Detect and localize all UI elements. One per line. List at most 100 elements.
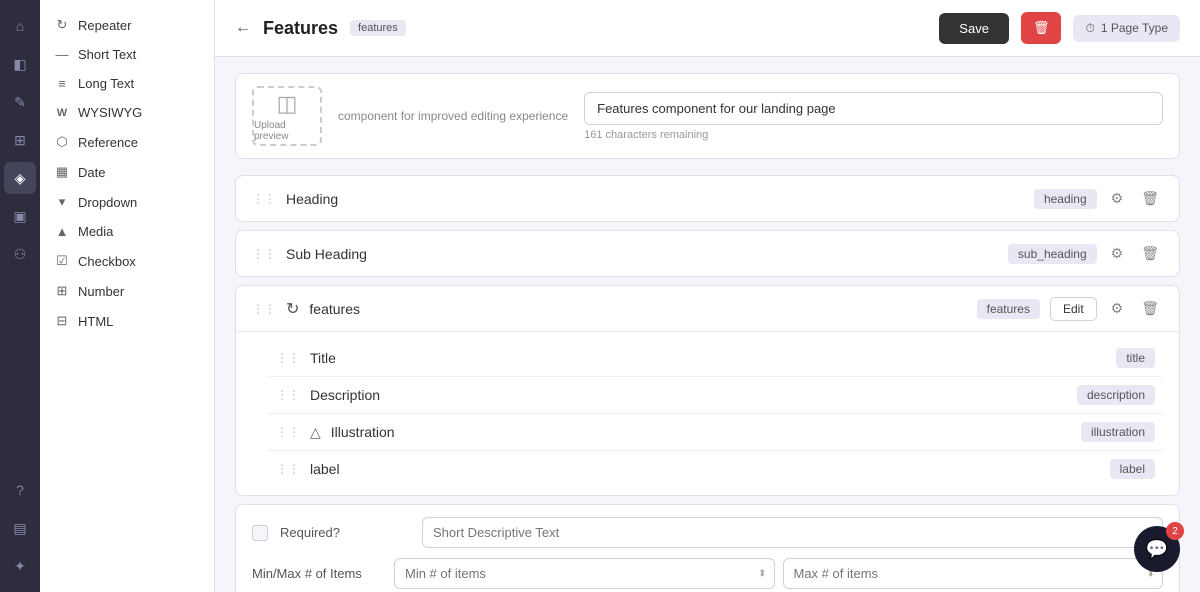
nav-layers2-icon[interactable]: ▤ xyxy=(4,512,36,544)
min-stepper-icon[interactable]: ⬍ xyxy=(758,568,766,579)
page-type-badge: ⏱ 1 Page Type xyxy=(1073,15,1180,42)
page-title: Features xyxy=(263,18,338,39)
nav-layers-icon[interactable]: ◧ xyxy=(4,48,36,80)
nested-description-badge: description xyxy=(1077,385,1155,405)
upload-icon: ◫ xyxy=(277,91,298,117)
media-icon: ▲ xyxy=(54,224,70,239)
required-checkbox[interactable] xyxy=(252,525,268,541)
heading-type-badge: heading xyxy=(1034,189,1097,209)
heading-field-name: Heading xyxy=(286,191,1024,207)
repeater-delete-button[interactable]: 🗑 xyxy=(1137,296,1163,321)
bottom-section: Required? Min/Max # of Items ⬍ ⬍ xyxy=(235,504,1180,592)
nav-sidebar: ⌂ ◧ ✎ ⊞ ◈ ▣ ⚇ ? ▤ ✦ xyxy=(0,0,40,592)
drag-handle-heading[interactable]: ⋮⋮ xyxy=(252,192,276,206)
required-input[interactable] xyxy=(422,517,1163,548)
nested-title-name: Title xyxy=(310,350,1106,366)
nested-illustration-badge: illustration xyxy=(1081,422,1155,442)
required-row: Required? xyxy=(252,517,1163,548)
min-max-label: Min/Max # of Items xyxy=(252,566,382,581)
chat-bubble[interactable]: 💬 2 xyxy=(1134,526,1180,572)
wysiwyg-icon: W xyxy=(54,107,70,119)
nav-home-icon[interactable]: ⌂ xyxy=(4,10,36,42)
sidebar-item-label: Short Text xyxy=(78,47,136,62)
sidebar-item-wysiwyg[interactable]: W WYSIWYG xyxy=(40,98,214,127)
sidebar-item-html[interactable]: ⊟ HTML xyxy=(40,306,214,336)
nested-label-name: label xyxy=(310,461,1100,477)
drag-handle-label[interactable]: ⋮⋮ xyxy=(276,462,300,476)
nav-image-icon[interactable]: ▣ xyxy=(4,200,36,232)
nav-users-icon[interactable]: ⚇ xyxy=(4,238,36,270)
nested-description-name: Description xyxy=(310,387,1067,403)
dropdown-icon: ▾ xyxy=(54,194,70,210)
description-input[interactable] xyxy=(584,92,1163,125)
upload-preview-card: ◫ Upload preview component for improved … xyxy=(235,73,1180,159)
sidebar-item-repeater[interactable]: ↻ Repeater xyxy=(40,10,214,40)
drag-handle-sub-heading[interactable]: ⋮⋮ xyxy=(252,247,276,261)
drag-handle-repeater[interactable]: ⋮⋮ xyxy=(252,302,276,316)
drag-handle-title[interactable]: ⋮⋮ xyxy=(276,351,300,365)
sidebar-item-label: Repeater xyxy=(78,18,131,33)
sidebar-item-dropdown[interactable]: ▾ Dropdown xyxy=(40,187,214,217)
nav-grid-icon[interactable]: ⊞ xyxy=(4,124,36,156)
repeater-icon: ↻ xyxy=(54,17,70,33)
sub-heading-type-badge: sub_heading xyxy=(1008,244,1097,264)
sub-heading-settings-button[interactable]: ⚙ xyxy=(1107,241,1128,266)
repeater-spin-icon: ↻ xyxy=(286,299,299,319)
nav-edit-icon[interactable]: ✎ xyxy=(4,86,36,118)
illustration-icon: △ xyxy=(310,424,321,441)
sidebar-item-checkbox[interactable]: ☑ Checkbox xyxy=(40,246,214,276)
sidebar-item-short-text[interactable]: — Short Text xyxy=(40,40,214,69)
back-button[interactable]: ← xyxy=(235,19,251,37)
sidebar-item-long-text[interactable]: ≡ Long Text xyxy=(40,69,214,98)
long-text-icon: ≡ xyxy=(54,76,70,91)
nav-tag-icon[interactable]: ◈ xyxy=(4,162,36,194)
save-button[interactable]: Save xyxy=(939,13,1009,44)
nested-label-badge: label xyxy=(1110,459,1155,479)
short-text-icon: — xyxy=(54,47,70,62)
nested-fields: ⋮⋮ Title title ⋮⋮ Description descriptio… xyxy=(236,332,1179,495)
repeater-header: ⋮⋮ ↻ features features Edit ⚙ 🗑 xyxy=(236,286,1179,332)
nested-label-row: ⋮⋮ label label xyxy=(268,451,1163,487)
nested-title-badge: title xyxy=(1116,348,1155,368)
drag-handle-description[interactable]: ⋮⋮ xyxy=(276,388,300,402)
upload-label: Upload preview xyxy=(254,120,320,142)
chat-icon: 💬 xyxy=(1146,539,1168,560)
max-items-input[interactable] xyxy=(783,558,1164,589)
repeater-settings-button[interactable]: ⚙ xyxy=(1107,296,1128,321)
nested-description-row: ⋮⋮ Description description xyxy=(268,377,1163,414)
nav-help-icon[interactable]: ? xyxy=(4,474,36,506)
chat-count: 2 xyxy=(1166,522,1184,540)
nav-settings-icon[interactable]: ✦ xyxy=(4,550,36,582)
sidebar-item-reference[interactable]: ⬡ Reference xyxy=(40,127,214,157)
sub-heading-delete-button[interactable]: 🗑 xyxy=(1137,241,1163,266)
html-icon: ⊟ xyxy=(54,313,70,329)
sidebar-item-label: WYSIWYG xyxy=(78,105,142,120)
content-area: ◫ Upload preview component for improved … xyxy=(215,57,1200,592)
sidebar-item-date[interactable]: ▦ Date xyxy=(40,157,214,187)
upload-description: component for improved editing experienc… xyxy=(338,107,568,125)
min-items-input[interactable] xyxy=(394,558,775,589)
delete-button[interactable]: 🗑 xyxy=(1021,12,1062,44)
sidebar-item-number[interactable]: ⊞ Number xyxy=(40,276,214,306)
sidebar-item-label: Date xyxy=(78,165,105,180)
nested-illustration-row: ⋮⋮ △ Illustration illustration xyxy=(268,414,1163,451)
sub-heading-field-row: ⋮⋮ Sub Heading sub_heading ⚙ 🗑 xyxy=(235,230,1180,277)
upload-box[interactable]: ◫ Upload preview xyxy=(252,86,322,146)
nested-illustration-name: Illustration xyxy=(331,424,1071,440)
repeater-name: features xyxy=(309,301,966,317)
repeater-type-badge: features xyxy=(977,299,1040,319)
features-tag: features xyxy=(350,20,406,36)
sidebar-item-label: Dropdown xyxy=(78,195,137,210)
heading-delete-button[interactable]: 🗑 xyxy=(1137,186,1163,211)
sidebar-item-label: Number xyxy=(78,284,124,299)
repeater-edit-button[interactable]: Edit xyxy=(1050,297,1097,321)
sub-heading-field-name: Sub Heading xyxy=(286,246,998,262)
sidebar-item-label: Reference xyxy=(78,135,138,150)
chars-remaining: 161 characters remaining xyxy=(584,129,1163,141)
sidebar-item-label: HTML xyxy=(78,314,113,329)
sidebar-item-media[interactable]: ▲ Media xyxy=(40,217,214,246)
heading-settings-button[interactable]: ⚙ xyxy=(1107,186,1128,211)
drag-handle-illustration[interactable]: ⋮⋮ xyxy=(276,425,300,439)
number-icon: ⊞ xyxy=(54,283,70,299)
page-type-label: 1 Page Type xyxy=(1101,21,1168,35)
